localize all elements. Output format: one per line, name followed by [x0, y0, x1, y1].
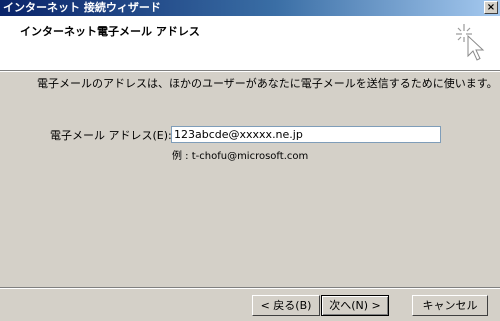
close-icon: × [486, 2, 496, 13]
header-divider [0, 70, 500, 72]
email-address-input[interactable] [171, 126, 441, 143]
window-title: インターネット 接続ウィザード [3, 1, 161, 14]
wizard-window: インターネット 接続ウィザード × インターネット電子メール アドレス 電子メー… [0, 0, 500, 321]
wizard-sparkle-cursor-icon [456, 24, 485, 61]
close-button[interactable]: × [484, 1, 498, 14]
example-text: 例 : t-chofu@microsoft.com [172, 151, 309, 162]
back-button[interactable]: < 戻る(B) [252, 295, 320, 316]
title-bar[interactable]: インターネット 接続ウィザード × [0, 0, 500, 16]
email-address-label: 電子メール アドレス(E): [50, 129, 172, 142]
footer-divider [0, 287, 500, 289]
cancel-button[interactable]: キャンセル [412, 295, 488, 316]
next-button[interactable]: 次へ(N) > [321, 295, 389, 316]
page-title: インターネット電子メール アドレス [20, 25, 200, 38]
wizard-header: インターネット電子メール アドレス [0, 16, 500, 70]
description-text: 電子メールのアドレスは、ほかのユーザーがあなたに電子メールを送信するために使いま… [37, 77, 498, 90]
